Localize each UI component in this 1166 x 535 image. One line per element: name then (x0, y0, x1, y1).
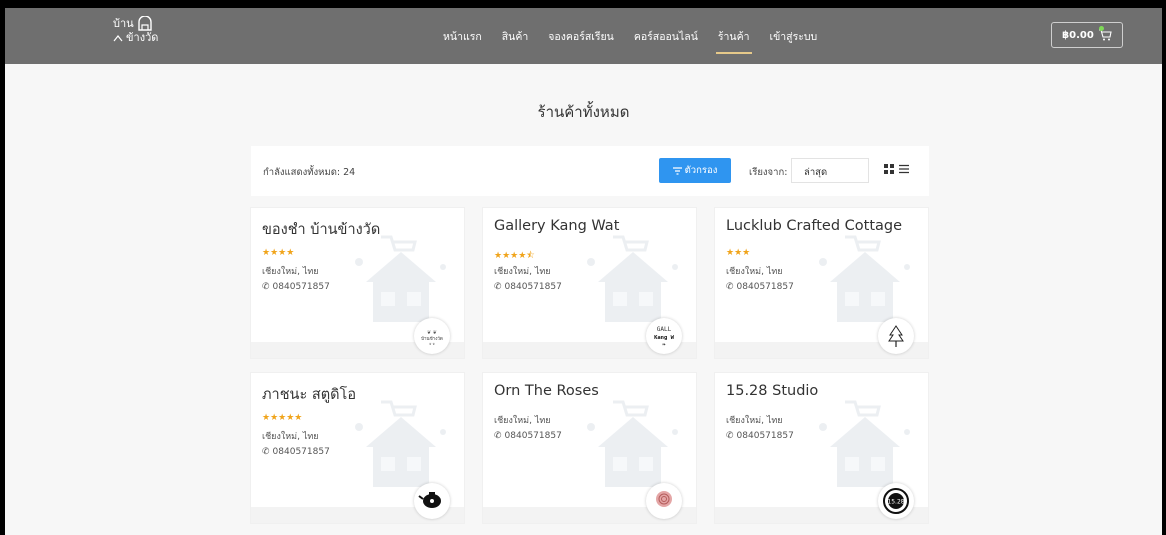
shop-logo-icon: GALL Kang W ❧ (654, 326, 675, 348)
shop-card[interactable]: ของชำ บ้านข้างวัด ★★★★ เชียงใหม่, ไทย ✆ … (251, 208, 464, 358)
svg-text:❧: ❧ (662, 342, 666, 348)
view-toggle (884, 164, 909, 174)
shop-card[interactable]: Gallery Kang Wat ★★★★⯪ เชียงใหม่, ไทย ✆ … (483, 208, 696, 358)
shop-name[interactable]: Lucklub Crafted Cottage (726, 218, 902, 234)
phone-icon: ✆ (262, 447, 270, 457)
shop-avatar[interactable]: ❦ ❦ บ้านข้างวัด ❦ ❦ (414, 318, 450, 354)
grid-view-icon[interactable] (884, 164, 894, 174)
phone-icon: ✆ (726, 431, 734, 441)
shop-phone: 0840571857 (736, 282, 794, 292)
studio-logo-icon: 15.28 (883, 488, 909, 514)
cart-badge-dot (1099, 26, 1104, 31)
shop-phone-row: ✆ 0840571857 (726, 431, 794, 441)
nav-online-course[interactable]: คอร์สออนไลน์ (634, 24, 698, 49)
tree-logo-icon (888, 325, 904, 347)
filter-button[interactable]: ตัวกรอง (659, 158, 731, 183)
phone-icon: ✆ (726, 282, 734, 292)
filter-button-label: ตัวกรอง (684, 165, 718, 176)
shop-phone-row: ✆ 0840571857 (726, 282, 794, 292)
shop-phone: 0840571857 (272, 447, 330, 457)
shop-phone-row: ✆ 0840571857 (262, 447, 330, 457)
shop-phone: 0840571857 (504, 431, 562, 441)
shop-rating: ★★★★ (262, 248, 295, 258)
shop-location: เชียงใหม่, ไทย (494, 267, 551, 277)
cart-total: ฿0.00 (1062, 29, 1094, 41)
teapot-logo-icon (418, 492, 441, 508)
main-nav: หน้าแรก สินค้า จองคอร์สเรียน คอร์สออนไลน… (443, 8, 817, 64)
shop-phone: 0840571857 (272, 282, 330, 292)
shop-background-icon (587, 400, 678, 487)
roof-logo-icon (113, 34, 123, 41)
shop-background-icon (819, 400, 910, 487)
shop-card[interactable]: Lucklub Crafted Cottage ★★★ เชียงใหม่, ไ… (715, 208, 928, 358)
shop-card[interactable]: ภาชนะ สตูดิโอ ★★★★★ เชียงใหม่, ไทย ✆ 084… (251, 373, 464, 523)
rose-logo-icon (656, 491, 672, 507)
shop-location: เชียงใหม่, ไทย (726, 416, 783, 426)
shop-logo-icon: ❦ ❦ บ้านข้างวัด ❦ ❦ (421, 330, 443, 346)
shop-background-icon (819, 235, 910, 322)
studio-logo-text: 15.28 (887, 499, 904, 506)
shop-phone-row: ✆ 0840571857 (494, 282, 562, 292)
shop-location: เชียงใหม่, ไทย (262, 432, 319, 442)
shop-rating: ★★★★⯪ (494, 251, 535, 261)
browser-viewport: บ้าน ข้างวัด หน้าแรก สินค้า จองคอร์สเรีย… (5, 8, 1162, 535)
shop-card[interactable]: 15.28 Studio เชียงใหม่, ไทย ✆ 0840571857… (715, 373, 928, 523)
shop-location: เชียงใหม่, ไทย (726, 267, 783, 277)
phone-icon: ✆ (262, 282, 270, 292)
shop-avatar[interactable]: 15.28 (878, 483, 914, 519)
nav-book-course[interactable]: จองคอร์สเรียน (548, 24, 614, 49)
navbar: บ้าน ข้างวัด หน้าแรก สินค้า จองคอร์สเรีย… (5, 8, 1162, 64)
shop-name[interactable]: Gallery Kang Wat (494, 218, 619, 234)
page-title: ร้านค้าทั้งหมด (537, 103, 630, 121)
result-count: กำลังแสดงทั้งหมด: 24 (263, 167, 356, 178)
shop-phone-row: ✆ 0840571857 (494, 431, 562, 441)
site-logo[interactable]: บ้าน ข้างวัด (113, 16, 158, 44)
cart-button[interactable]: ฿0.00 (1051, 22, 1123, 48)
list-view-icon[interactable] (899, 164, 909, 174)
nav-shops[interactable]: ร้านค้า (715, 24, 752, 54)
nav-login[interactable]: เข้าสู่ระบบ (770, 24, 818, 49)
shop-background-icon (587, 235, 678, 322)
shop-background-icon (355, 400, 446, 487)
sort-label: เรียงจาก: (749, 167, 788, 178)
phone-icon: ✆ (494, 282, 502, 292)
phone-icon: ✆ (494, 431, 502, 441)
svg-text:❦ ❦: ❦ ❦ (427, 330, 437, 336)
filter-icon (672, 166, 682, 175)
shop-avatar[interactable] (414, 483, 450, 519)
svg-text:GALL: GALL (657, 326, 672, 333)
shop-name[interactable]: Orn The Roses (494, 383, 599, 399)
house-logo-icon (137, 16, 152, 31)
shop-phone-row: ✆ 0840571857 (262, 282, 330, 292)
shop-avatar[interactable]: GALL Kang W ❧ (646, 318, 682, 354)
shop-avatar[interactable] (878, 318, 914, 354)
shop-avatar[interactable] (646, 483, 682, 519)
nav-home[interactable]: หน้าแรก (443, 24, 482, 49)
shop-phone: 0840571857 (504, 282, 562, 292)
shop-location: เชียงใหม่, ไทย (494, 416, 551, 426)
filter-bar: กำลังแสดงทั้งหมด: 24 ตัวกรอง เรียงจาก: ล… (251, 146, 929, 196)
svg-text:Kang W: Kang W (654, 335, 675, 341)
svg-text:❦ ❦: ❦ ❦ (429, 342, 435, 346)
shop-name[interactable]: ของชำ บ้านข้างวัด (262, 218, 380, 241)
sort-select[interactable]: ล่าสุด (791, 158, 869, 183)
shop-rating: ★★★ (726, 248, 751, 258)
shop-rating: ★★★★★ (262, 413, 303, 423)
shop-name[interactable]: 15.28 Studio (726, 383, 818, 399)
shop-name[interactable]: ภาชนะ สตูดิโอ (262, 383, 356, 406)
shop-location: เชียงใหม่, ไทย (262, 267, 319, 277)
shop-phone: 0840571857 (736, 431, 794, 441)
nav-products[interactable]: สินค้า (502, 24, 529, 49)
logo-text-line2: ข้างวัด (126, 31, 159, 44)
shop-card[interactable]: Orn The Roses เชียงใหม่, ไทย ✆ 084057185… (483, 373, 696, 523)
logo-text-line1: บ้าน (113, 17, 134, 30)
